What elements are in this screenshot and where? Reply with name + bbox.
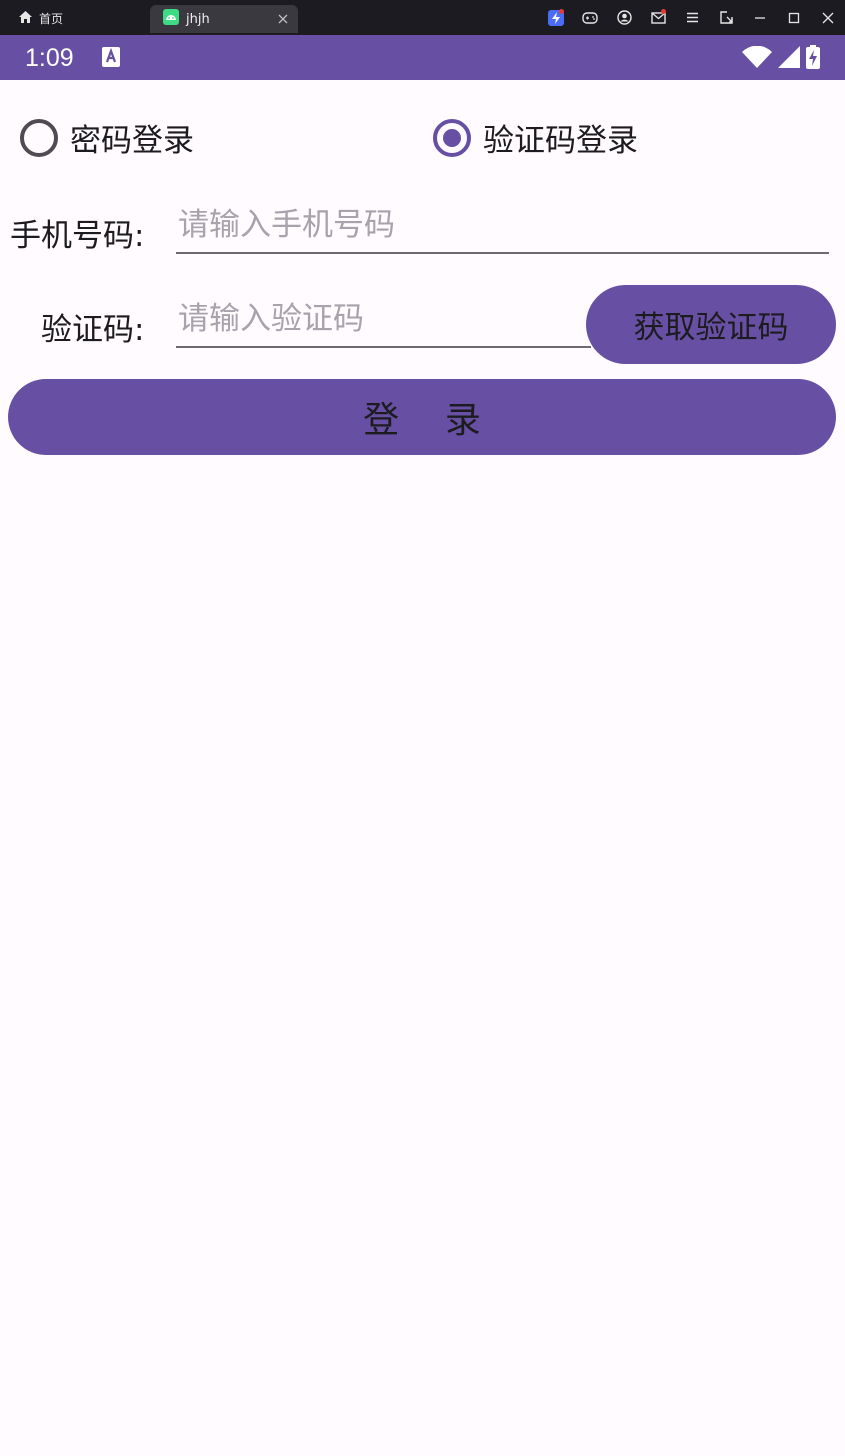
get-code-button[interactable]: 获取验证码 bbox=[586, 285, 836, 364]
password-login-label: 密码登录 bbox=[70, 123, 194, 159]
boost-icon[interactable] bbox=[539, 0, 573, 35]
mail-icon[interactable] bbox=[641, 0, 675, 35]
signal-icon bbox=[778, 46, 800, 72]
notification-dot bbox=[559, 9, 564, 14]
code-login-label: 验证码登录 bbox=[483, 123, 638, 159]
home-icon bbox=[18, 10, 33, 27]
gamepad-icon[interactable] bbox=[573, 0, 607, 35]
status-time: 1:09 bbox=[25, 44, 74, 72]
screenshot-icon[interactable] bbox=[709, 0, 743, 35]
app-tab-label: jhjh bbox=[186, 11, 210, 27]
home-tab[interactable]: 首页 bbox=[18, 9, 63, 27]
close-tab-icon[interactable] bbox=[276, 12, 290, 26]
minimize-icon[interactable] bbox=[743, 0, 777, 35]
battery-charging-icon bbox=[806, 45, 820, 73]
app-tab[interactable]: jhjh bbox=[150, 5, 298, 33]
mail-notification-dot bbox=[661, 9, 666, 14]
emulator-title-bar: 首页 jhjh bbox=[0, 0, 845, 35]
radio-checked-icon bbox=[433, 118, 471, 157]
code-input[interactable] bbox=[176, 298, 591, 348]
maximize-icon[interactable] bbox=[777, 0, 811, 35]
phone-input[interactable] bbox=[176, 204, 829, 254]
android-icon bbox=[163, 9, 179, 29]
account-icon[interactable] bbox=[607, 0, 641, 35]
menu-icon[interactable] bbox=[675, 0, 709, 35]
home-tab-label: 首页 bbox=[39, 11, 64, 26]
login-button[interactable]: 登 录 bbox=[8, 379, 836, 455]
code-login-radio[interactable]: 验证码登录 bbox=[433, 115, 638, 160]
password-login-radio[interactable]: 密码登录 bbox=[20, 115, 194, 160]
keyboard-a-icon bbox=[102, 47, 120, 67]
close-window-icon[interactable] bbox=[811, 0, 845, 35]
code-label: 验证码: bbox=[41, 312, 145, 348]
status-bar: 1:09 bbox=[0, 35, 845, 80]
wifi-icon bbox=[742, 45, 772, 72]
phone-label: 手机号码: bbox=[10, 218, 145, 254]
radio-unchecked-icon bbox=[20, 118, 58, 157]
login-mode-group: 密码登录 验证码登录 bbox=[0, 115, 845, 159]
